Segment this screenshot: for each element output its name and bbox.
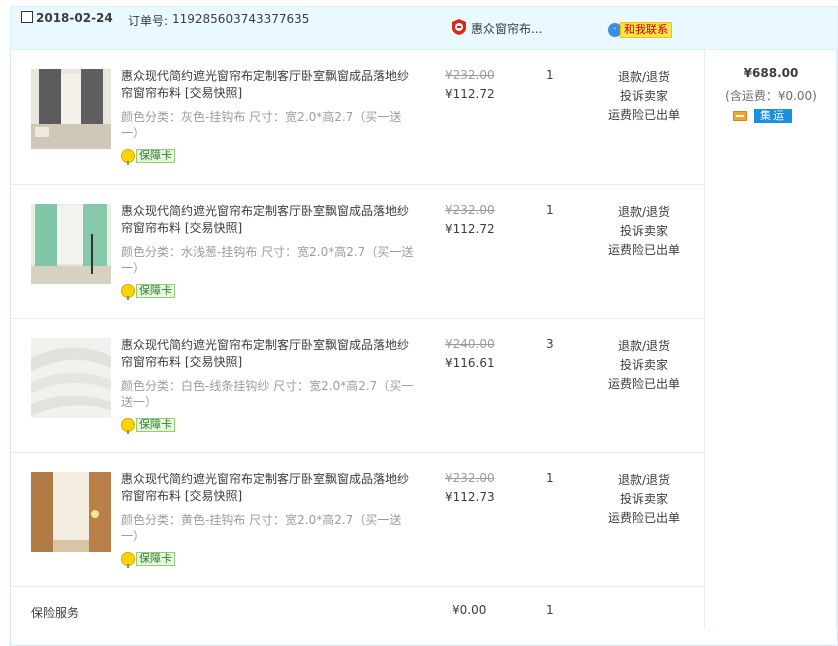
unit-price: ¥112.72: [445, 87, 495, 101]
guarantee-label: 保障卡: [136, 284, 175, 298]
refund-return-link[interactable]: 退款/退货: [604, 471, 684, 490]
product-spec: 颜色分类：灰色-挂钩布 尺寸：宽2.0*高2.7（买一送一）: [121, 110, 402, 140]
product-thumbnail[interactable]: [31, 69, 111, 149]
product-spec: 颜色分类：白色-线条挂钩纱 尺寸：宽2.0*高2.7（买一送一）: [121, 379, 414, 409]
original-price: ¥232.00: [445, 203, 495, 217]
guarantee-label: 保障卡: [136, 552, 175, 566]
quantity: 1: [546, 471, 554, 485]
unit-price: ¥112.73: [445, 490, 495, 504]
order-item: 惠众现代简约遮光窗帘布定制客厅卧室飘窗成品落地纱帘窗帘布料 [交易快照] 颜色分…: [0, 184, 838, 318]
product-spec: 颜色分类：黄色-挂钩布 尺寸：宽2.0*高2.7（买一送一）: [121, 513, 402, 543]
complain-seller-link[interactable]: 投诉卖家: [604, 222, 684, 241]
product-title-link[interactable]: 惠众现代简约遮光窗帘布定制客厅卧室飘窗成品落地纱帘窗帘布料 [交易快照]: [121, 68, 419, 102]
product-thumbnail[interactable]: [31, 204, 111, 284]
original-price: ¥240.00: [445, 337, 495, 351]
guarantee-flower-icon: [121, 552, 135, 568]
original-price: ¥232.00: [445, 68, 495, 82]
unit-price: ¥112.72: [445, 222, 495, 236]
refund-return-link[interactable]: 退款/退货: [604, 337, 684, 356]
item-actions: 退款/退货 投诉卖家 运费险已出单: [604, 471, 684, 528]
original-price: ¥232.00: [445, 471, 495, 485]
quantity: 3: [546, 337, 554, 351]
insurance-service-label: 保险服务: [31, 606, 80, 620]
quantity: 1: [546, 203, 554, 217]
contact-seller-label: 和我联系: [620, 21, 672, 38]
guarantee-card-badge[interactable]: 保障卡: [121, 284, 175, 300]
product-title-link[interactable]: 惠众现代简约遮光窗帘布定制客厅卧室飘窗成品落地纱帘窗帘布料 [交易快照]: [121, 471, 419, 505]
card-icon: [733, 111, 747, 121]
row-divider: [11, 586, 704, 587]
product-thumbnail[interactable]: [31, 338, 111, 418]
shipping-insurance-link[interactable]: 运费险已出单: [604, 375, 684, 394]
order-item: 惠众现代简约遮光窗帘布定制客厅卧室飘窗成品落地纱帘窗帘布料 [交易快照] 颜色分…: [0, 318, 838, 452]
shop-name-link[interactable]: 惠众窗帘布...: [471, 20, 542, 37]
product-title-link[interactable]: 惠众现代简约遮光窗帘布定制客厅卧室飘窗成品落地纱帘窗帘布料 [交易快照]: [121, 203, 419, 237]
order-number-label: 订单号:: [128, 14, 169, 28]
shipping-insurance-link[interactable]: 运费险已出单: [604, 241, 684, 260]
order-total: ¥688.00: [743, 66, 799, 80]
shipping-insurance-link[interactable]: 运费险已出单: [604, 106, 684, 125]
guarantee-card-badge[interactable]: 保障卡: [121, 149, 175, 165]
insurance-quantity: 1: [546, 603, 554, 617]
product-spec: 颜色分类：水浅葱-挂钩布 尺寸：宽2.0*高2.7（买一送一）: [121, 245, 414, 275]
guarantee-card-badge[interactable]: 保障卡: [121, 552, 175, 568]
guarantee-card-badge[interactable]: 保障卡: [121, 418, 175, 434]
guarantee-label: 保障卡: [136, 149, 175, 163]
order-checkbox[interactable]: [21, 11, 33, 23]
complain-seller-link[interactable]: 投诉卖家: [604, 490, 684, 509]
guarantee-flower-icon: [121, 418, 135, 434]
product-title-link[interactable]: 惠众现代简约遮光窗帘布定制客厅卧室飘窗成品落地纱帘窗帘布料 [交易快照]: [121, 337, 419, 371]
item-actions: 退款/退货 投诉卖家 运费险已出单: [604, 203, 684, 260]
shipping-insurance-link[interactable]: 运费险已出单: [604, 509, 684, 528]
order-date: 2018-02-24: [36, 11, 113, 25]
shop-badge-icon: [452, 19, 466, 35]
insurance-price: ¥0.00: [452, 603, 487, 617]
guarantee-flower-icon: [121, 284, 135, 300]
unit-price: ¥116.61: [445, 356, 495, 370]
shipping-fee: (含运费：¥0.00): [725, 89, 817, 103]
refund-return-link[interactable]: 退款/退货: [604, 68, 684, 87]
guarantee-label: 保障卡: [136, 418, 175, 432]
complain-seller-link[interactable]: 投诉卖家: [604, 356, 684, 375]
contact-seller-button[interactable]: · 和我联系: [608, 21, 672, 38]
quantity: 1: [546, 68, 554, 82]
product-thumbnail[interactable]: [31, 472, 111, 552]
refund-return-link[interactable]: 退款/退货: [604, 203, 684, 222]
order-item: 惠众现代简约遮光窗帘布定制客厅卧室飘窗成品落地纱帘窗帘布料 [交易快照] 颜色分…: [0, 452, 838, 586]
consolidated-shipping-label: 集运: [754, 109, 792, 123]
complain-seller-link[interactable]: 投诉卖家: [604, 87, 684, 106]
item-actions: 退款/退货 投诉卖家 运费险已出单: [604, 337, 684, 394]
order-number: 119285603743377635: [172, 12, 310, 26]
guarantee-flower-icon: [121, 149, 135, 165]
consolidated-shipping-badge[interactable]: 集运: [733, 109, 792, 123]
item-actions: 退款/退货 投诉卖家 运费险已出单: [604, 68, 684, 125]
